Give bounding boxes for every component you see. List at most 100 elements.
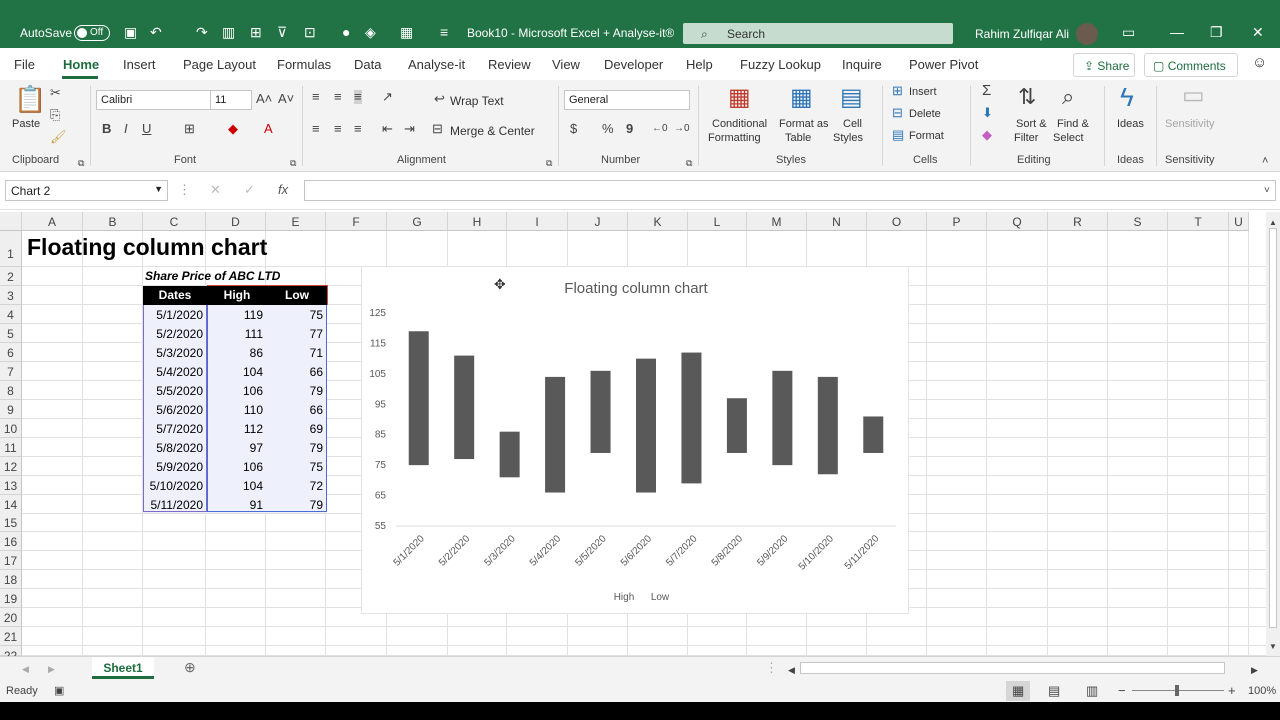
- cell-high[interactable]: 104: [207, 365, 263, 379]
- grow-font-icon[interactable]: A˄: [256, 92, 272, 106]
- sheet-title[interactable]: Floating column chart: [27, 234, 267, 261]
- merge-center-icon[interactable]: ⊟: [432, 122, 443, 136]
- column-header-r[interactable]: R: [1048, 212, 1108, 231]
- zoom-in-icon[interactable]: +: [1228, 684, 1236, 698]
- smiley-icon[interactable]: ☺: [1252, 54, 1267, 71]
- cell-low[interactable]: 66: [267, 365, 323, 379]
- cell-low[interactable]: 75: [267, 308, 323, 322]
- sort-filter-label[interactable]: Sort &: [1016, 118, 1047, 130]
- cell-date[interactable]: 5/5/2020: [143, 384, 203, 398]
- column-header-n[interactable]: N: [807, 212, 867, 231]
- cell-date[interactable]: 5/10/2020: [143, 479, 203, 493]
- increase-decimal-icon[interactable]: ←0: [652, 122, 668, 136]
- cell-high[interactable]: 119: [207, 308, 263, 322]
- decrease-indent-icon[interactable]: ⇤: [382, 122, 393, 136]
- row-header-18[interactable]: 18: [0, 570, 22, 589]
- autosum-icon[interactable]: Σ: [982, 83, 991, 98]
- format-label[interactable]: Format: [909, 130, 944, 142]
- ideas-icon[interactable]: ϟ: [1120, 84, 1134, 110]
- tab-inquire[interactable]: Inquire: [842, 57, 882, 72]
- cell-styles-icon[interactable]: ▤: [840, 86, 863, 110]
- borders-icon[interactable]: ⊞: [184, 122, 195, 136]
- chart-area[interactable]: Floating column chart 125 115 105 95 85 75 65 5…: [361, 266, 909, 614]
- customize-qat-icon[interactable]: ≡: [440, 25, 448, 39]
- column-header-j[interactable]: J: [568, 212, 628, 231]
- column-header-h[interactable]: H: [448, 212, 507, 231]
- find-select-icon[interactable]: ⌕: [1062, 86, 1074, 108]
- header-high[interactable]: High: [207, 286, 267, 305]
- conditional-formatting-icon[interactable]: ▦: [728, 86, 751, 110]
- ribbon-display-icon[interactable]: ▭: [1122, 24, 1135, 41]
- align-bottom-icon[interactable]: ≡: [354, 90, 362, 104]
- zoom-out-icon[interactable]: −: [1118, 684, 1126, 698]
- floating-bar[interactable]: [817, 376, 838, 475]
- cell-low[interactable]: 79: [267, 384, 323, 398]
- column-header-c[interactable]: C: [143, 212, 206, 231]
- row-header-11[interactable]: 11: [0, 438, 22, 457]
- table-icon[interactable]: ⊞: [250, 25, 262, 39]
- tab-home[interactable]: Home: [63, 57, 99, 72]
- cell-high[interactable]: 112: [207, 422, 263, 436]
- tab-developer[interactable]: Developer: [604, 57, 663, 72]
- column-header-o[interactable]: O: [867, 212, 927, 231]
- tab-review[interactable]: Review: [488, 57, 531, 72]
- add-sheet-icon[interactable]: ⊕: [184, 660, 196, 674]
- table-subtitle[interactable]: Share Price of ABC LTD: [145, 269, 280, 283]
- column-header-m[interactable]: M: [747, 212, 807, 231]
- cell-high[interactable]: 91: [207, 498, 263, 512]
- floating-bar[interactable]: [772, 370, 793, 466]
- close-icon[interactable]: ✕: [1252, 24, 1264, 41]
- next-sheet-icon[interactable]: ▶: [48, 662, 55, 676]
- floating-bar[interactable]: [681, 352, 702, 484]
- font-color-icon[interactable]: A: [264, 122, 273, 136]
- currency-icon[interactable]: $: [570, 122, 577, 136]
- column-header-u[interactable]: U: [1229, 212, 1249, 231]
- floating-bar[interactable]: [636, 358, 656, 493]
- cell-date[interactable]: 5/7/2020: [143, 422, 203, 436]
- row-header-13[interactable]: 13: [0, 476, 22, 495]
- page-break-view-icon[interactable]: ▥: [1086, 684, 1098, 698]
- increase-indent-icon[interactable]: ⇥: [404, 122, 415, 136]
- legend-high[interactable]: High: [614, 592, 635, 603]
- column-header-p[interactable]: P: [927, 212, 987, 231]
- tab-insert[interactable]: Insert: [123, 57, 156, 72]
- cell-date[interactable]: 5/1/2020: [143, 308, 203, 322]
- comments-button[interactable]: ▢ Comments: [1144, 53, 1238, 77]
- cell-date[interactable]: 5/2/2020: [143, 327, 203, 341]
- fill-down-icon[interactable]: ⬇: [982, 106, 993, 120]
- normal-view-icon[interactable]: ▦: [1012, 684, 1024, 698]
- autosave-toggle[interactable]: Off: [74, 25, 110, 41]
- collapse-ribbon-icon[interactable]: ˄: [1262, 154, 1268, 168]
- conditional-label[interactable]: Conditional: [712, 118, 767, 130]
- column-header-a[interactable]: A: [22, 212, 83, 231]
- tab-help[interactable]: Help: [686, 57, 713, 72]
- floating-bar[interactable]: [408, 331, 429, 466]
- redo-icon[interactable]: ↷: [196, 25, 208, 39]
- floating-bar[interactable]: [545, 376, 566, 493]
- floating-bar[interactable]: [454, 355, 475, 460]
- name-box[interactable]: Chart 2 ▼: [5, 180, 168, 201]
- row-header-3[interactable]: 3: [0, 286, 22, 305]
- chart-icon[interactable]: ▥: [222, 25, 235, 39]
- tab-fuzzy-lookup[interactable]: Fuzzy Lookup: [740, 57, 821, 72]
- row-header-2[interactable]: 2: [0, 267, 22, 286]
- cell-high[interactable]: 106: [207, 384, 263, 398]
- shrink-font-icon[interactable]: A˅: [278, 92, 294, 106]
- zoom-slider-thumb[interactable]: [1175, 685, 1179, 696]
- cell-styles-label-2[interactable]: Styles: [833, 132, 863, 144]
- enter-icon[interactable]: ✓: [244, 183, 255, 197]
- tab-view[interactable]: View: [552, 57, 580, 72]
- format-painter-icon[interactable]: 🖌: [50, 130, 67, 144]
- form-icon[interactable]: ⊡: [304, 25, 316, 39]
- filter-icon[interactable]: ⊽: [277, 25, 287, 39]
- row-header-12[interactable]: 12: [0, 457, 22, 476]
- column-header-f[interactable]: F: [326, 212, 387, 231]
- paste-label[interactable]: Paste: [12, 118, 40, 130]
- cancel-icon[interactable]: ✕: [210, 183, 221, 197]
- row-header-22[interactable]: 22: [0, 646, 22, 656]
- search-box[interactable]: ⌕ Search: [683, 23, 953, 44]
- column-header-d[interactable]: D: [206, 212, 266, 231]
- cell-low[interactable]: 79: [267, 441, 323, 455]
- row-header-16[interactable]: 16: [0, 532, 22, 551]
- cell-date[interactable]: 5/3/2020: [143, 346, 203, 360]
